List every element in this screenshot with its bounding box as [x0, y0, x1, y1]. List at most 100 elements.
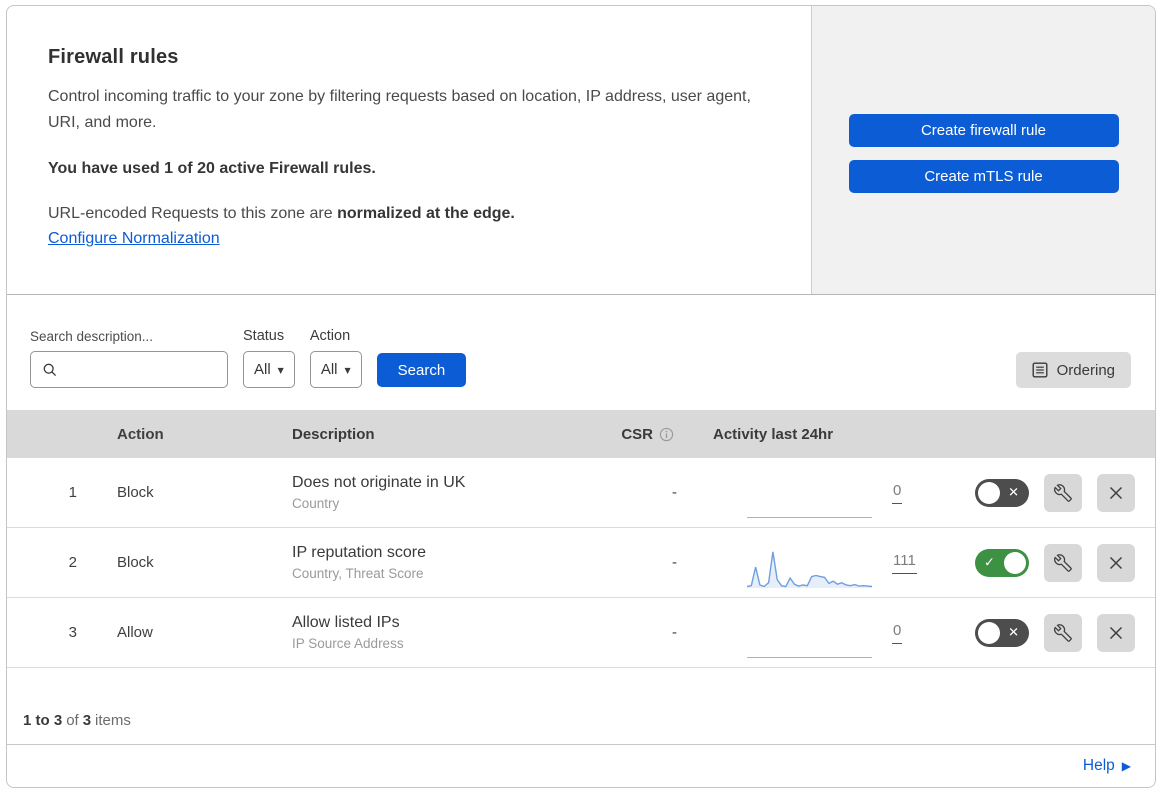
configure-normalization-link[interactable]: Configure Normalization [48, 230, 220, 248]
rule-action: Block [117, 484, 154, 501]
items-total: 3 [82, 712, 92, 729]
column-csr: CSR [607, 426, 707, 443]
status-select-value: All [254, 361, 271, 378]
edit-rule-button[interactable] [1044, 543, 1082, 582]
filter-bar: Search description... Status All ▼ Actio… [7, 295, 1155, 410]
search-input[interactable] [58, 352, 239, 387]
rule-description: IP reputation score Country, Threat Scor… [292, 544, 607, 581]
arrow-right-icon: ▶ [1121, 759, 1131, 773]
column-description: Description [292, 425, 375, 443]
page-title: Firewall rules [48, 46, 179, 68]
search-label: Search description... [30, 329, 154, 344]
help-link-label: Help [1082, 757, 1115, 774]
activity-count-link[interactable]: 0 [892, 482, 903, 504]
chevron-down-icon: ▼ [277, 366, 284, 375]
rule-priority: 1 [68, 484, 77, 501]
check-icon: ✓ [984, 555, 995, 570]
rule-csr: - [672, 554, 677, 571]
column-action: Action [117, 425, 164, 443]
column-csr-label: CSR [621, 425, 653, 443]
rule-activity: 111 [707, 534, 957, 592]
x-icon: ✕ [1008, 485, 1019, 500]
top-section: Firewall rules Control incoming traffic … [7, 6, 1155, 295]
rule-description: Does not originate in UK Country [292, 474, 607, 511]
search-input-wrapper [30, 351, 239, 388]
rule-activity: 0 [707, 464, 957, 522]
ordering-button-label: Ordering [1056, 361, 1115, 379]
items-word: items [95, 712, 131, 729]
action-select[interactable]: All ▼ [309, 351, 362, 388]
action-filter-group: Action All ▼ [309, 328, 362, 388]
items-range: 1 to 3 [23, 712, 63, 729]
rule-csr: - [672, 484, 677, 501]
pagination-summary: 1 to 3 of 3 items [7, 668, 1155, 745]
status-select[interactable]: All ▼ [243, 351, 295, 388]
rule-action: Block [117, 554, 154, 571]
rule-controls: ✓ ✕ [957, 543, 1155, 582]
rule-title: IP reputation score [292, 544, 427, 561]
x-icon: ✕ [1008, 625, 1019, 640]
wrench-icon [1054, 483, 1072, 502]
normalization-prefix: URL-encoded Requests to this zone are [48, 205, 338, 222]
delete-rule-button[interactable] [1097, 613, 1135, 652]
rule-fields: Country, Threat Score [292, 566, 424, 581]
activity-sparkline [747, 616, 872, 662]
rule-fields: IP Source Address [292, 636, 404, 651]
close-icon [1109, 486, 1123, 500]
status-toggle[interactable]: ✓ ✕ [975, 478, 1029, 507]
create-mtls-rule-button[interactable]: Create mTLS rule [848, 159, 1119, 193]
items-of: of [66, 712, 79, 729]
rule-action: Allow [117, 624, 153, 641]
rule-title: Allow listed IPs [292, 614, 400, 631]
delete-rule-button[interactable] [1097, 473, 1135, 512]
action-label: Action [309, 328, 351, 344]
help-link[interactable]: Help ▶ [1083, 757, 1131, 775]
rule-controls: ✓ ✕ [957, 613, 1155, 652]
status-filter-group: Status All ▼ [243, 328, 295, 388]
close-icon [1109, 556, 1123, 570]
edit-rule-button[interactable] [1044, 473, 1082, 512]
table-row: 1 Block Does not originate in UK Country… [7, 458, 1155, 528]
toggle-knob [978, 621, 1000, 644]
activity-sparkline [746, 546, 873, 592]
activity-count-link[interactable]: 111 [892, 552, 917, 574]
normalization-bold: normalized at the edge. [337, 205, 515, 222]
activity-count-link[interactable]: 0 [892, 622, 903, 644]
close-icon [1109, 626, 1123, 640]
info-icon[interactable] [659, 427, 674, 442]
wrench-icon [1054, 553, 1072, 572]
search-group: Search description... [30, 329, 239, 388]
wrench-icon [1054, 623, 1072, 642]
table-row: 2 Block IP reputation score Country, Thr… [7, 528, 1155, 598]
list-ordering-icon [1032, 362, 1048, 378]
status-toggle[interactable]: ✓ ✕ [975, 618, 1029, 647]
column-activity: Activity last 24hr [713, 425, 834, 443]
status-toggle[interactable]: ✓ ✕ [975, 548, 1029, 577]
action-select-value: All [320, 361, 338, 378]
toggle-knob [978, 481, 1000, 504]
chevron-down-icon: ▼ [344, 366, 351, 375]
firewall-rules-card: Firewall rules Control incoming traffic … [6, 5, 1156, 788]
intro-panel: Firewall rules Control incoming traffic … [7, 6, 811, 294]
rule-activity: 0 [707, 604, 957, 662]
create-firewall-rule-button[interactable]: Create firewall rule [848, 113, 1119, 147]
rule-priority: 3 [68, 624, 77, 641]
intro-description: Control incoming traffic to your zone by… [48, 88, 751, 131]
delete-rule-button[interactable] [1097, 543, 1135, 582]
usage-summary: You have used 1 of 20 active Firewall ru… [48, 160, 376, 177]
actions-panel: Create firewall rule Create mTLS rule [811, 6, 1155, 294]
toggle-knob [1004, 551, 1026, 574]
normalization-note: URL-encoded Requests to this zone are no… [48, 205, 771, 223]
rule-title: Does not originate in UK [292, 474, 466, 491]
search-icon [42, 362, 58, 378]
edit-rule-button[interactable] [1044, 613, 1082, 652]
status-label: Status [243, 328, 285, 344]
search-button[interactable]: Search [376, 353, 467, 387]
table-header: Action Description CSR Activity last 24h… [7, 410, 1155, 458]
rule-controls: ✓ ✕ [957, 473, 1155, 512]
activity-sparkline [747, 476, 872, 522]
ordering-button[interactable]: Ordering [1015, 352, 1131, 388]
help-bar: Help ▶ [7, 745, 1155, 787]
rule-description: Allow listed IPs IP Source Address [292, 614, 607, 651]
rule-fields: Country [292, 496, 340, 511]
